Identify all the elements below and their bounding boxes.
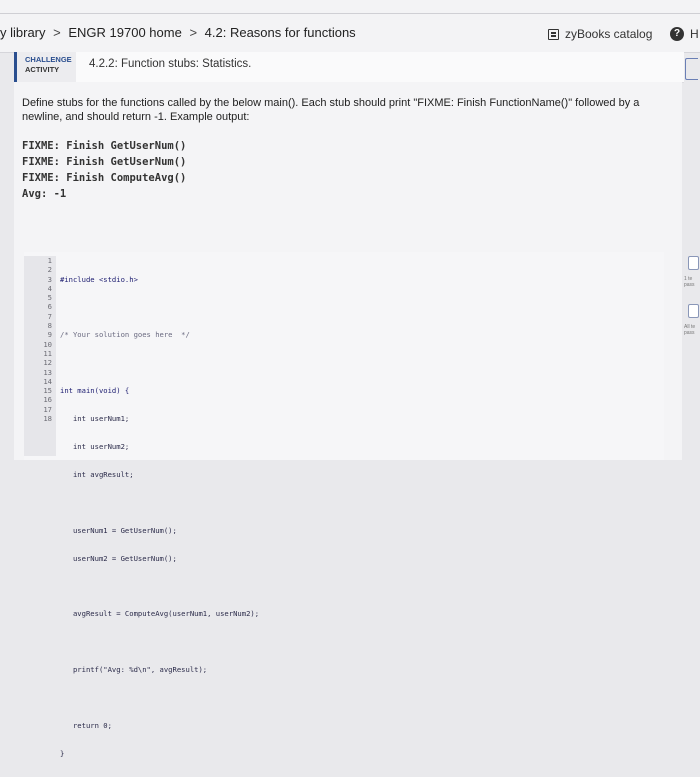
code-line[interactable]: printf("Avg: %d\n", avgResult); xyxy=(60,665,259,674)
breadcrumb-course[interactable]: ENGR 19700 home xyxy=(68,25,181,40)
example-output-line: FIXME: Finish GetUserNum() xyxy=(22,140,187,152)
activity-title: 4.2.2: Function stubs: Statistics. xyxy=(89,58,252,70)
line-number: 12 xyxy=(43,358,52,368)
line-number: 3 xyxy=(47,274,52,284)
code-line[interactable]: ​ xyxy=(60,302,259,311)
activity-header: CHALLENGE ACTIVITY 4.2.2: Function stubs… xyxy=(14,52,698,83)
code-line[interactable]: userNum2 = GetUserNum(); xyxy=(60,554,259,563)
instructions-text: Define stubs for the functions called by… xyxy=(22,97,640,123)
code-line[interactable]: ​ xyxy=(60,358,259,367)
code-line[interactable]: int userNum1; xyxy=(60,414,259,423)
line-number: 2 xyxy=(47,265,52,275)
line-number: 16 xyxy=(43,395,52,405)
test-status-text: pass xyxy=(684,282,695,288)
line-number: 11 xyxy=(43,348,52,358)
code-line[interactable]: int avgResult; xyxy=(60,470,259,479)
code-line[interactable]: ​ xyxy=(60,581,259,590)
line-number-gutter: 1 2 3 4 5 6 7 8 9 10 11 12 13 14 15 16 1… xyxy=(24,256,56,456)
code-line[interactable]: ​ xyxy=(60,498,259,507)
breadcrumb-section: 4.2: Reasons for functions xyxy=(204,25,356,40)
code-lines[interactable]: #include <stdio.h> ​ /* Your solution go… xyxy=(60,256,259,777)
example-output-line: Avg: -1 xyxy=(22,188,67,200)
line-number: 10 xyxy=(43,339,52,349)
code-line[interactable]: int userNum2; xyxy=(60,442,259,451)
test-status-text: pass xyxy=(684,330,695,336)
catalog-label: zyBooks catalog xyxy=(565,27,653,41)
test-status-label-2: All te pass xyxy=(684,324,695,336)
code-line[interactable]: ​ xyxy=(60,637,259,646)
test-status-box-2[interactable] xyxy=(688,304,699,318)
book-icon xyxy=(548,29,559,40)
code-line[interactable]: } xyxy=(60,749,259,758)
badge-line-activity: ACTIVITY xyxy=(25,65,60,74)
code-line[interactable]: int main(void) { xyxy=(60,386,259,395)
challenge-activity-badge: CHALLENGE ACTIVITY xyxy=(14,52,76,82)
line-number: 14 xyxy=(43,376,52,386)
code-line[interactable]: userNum1 = GetUserNum(); xyxy=(60,526,259,535)
test-status-label-1: 1 te pass xyxy=(684,276,695,288)
example-output: FIXME: Finish GetUserNum() FIXME: Finish … xyxy=(22,138,186,202)
home-link[interactable]: H xyxy=(690,27,699,41)
help-icon[interactable]: ? xyxy=(670,27,684,41)
line-number: 1 xyxy=(47,256,52,265)
top-bar: y library > ENGR 19700 home > 4.2: Reaso… xyxy=(0,0,700,53)
top-divider xyxy=(0,13,700,14)
example-output-line: FIXME: Finish GetUserNum() xyxy=(22,156,187,168)
line-number: 17 xyxy=(43,404,52,414)
breadcrumb-library[interactable]: y library xyxy=(0,25,46,40)
line-number: 15 xyxy=(43,386,52,396)
code-line[interactable]: return 0; xyxy=(60,721,259,730)
line-number: 8 xyxy=(47,321,52,331)
code-line[interactable]: avgResult = ComputeAvg(userNum1, userNum… xyxy=(60,609,259,618)
line-number: 13 xyxy=(43,367,52,377)
test-status-box-1[interactable] xyxy=(688,256,699,270)
breadcrumb: y library > ENGR 19700 home > 4.2: Reaso… xyxy=(0,25,360,40)
line-number: 5 xyxy=(47,293,52,303)
breadcrumb-separator: > xyxy=(53,25,61,40)
code-line[interactable]: /* Your solution goes here */ xyxy=(60,330,259,339)
breadcrumb-separator: > xyxy=(189,25,198,40)
side-panel-tab[interactable] xyxy=(685,58,698,80)
line-number: 7 xyxy=(47,311,52,321)
zybooks-catalog-link[interactable]: zyBooks catalog xyxy=(548,27,652,41)
line-number: 4 xyxy=(47,283,52,293)
line-number: 6 xyxy=(47,302,52,312)
example-output-line: FIXME: Finish ComputeAvg() xyxy=(22,172,187,184)
line-number: 18 xyxy=(43,414,52,424)
code-line[interactable]: #include <stdio.h> xyxy=(60,275,259,284)
line-number: 9 xyxy=(47,330,52,340)
code-editor[interactable]: 1 2 3 4 5 6 7 8 9 10 11 12 13 14 15 16 1… xyxy=(24,252,664,758)
code-line[interactable]: ​ xyxy=(60,693,259,702)
activity-content: Define stubs for the functions called by… xyxy=(14,82,682,758)
badge-line-challenge: CHALLENGE xyxy=(25,55,72,64)
